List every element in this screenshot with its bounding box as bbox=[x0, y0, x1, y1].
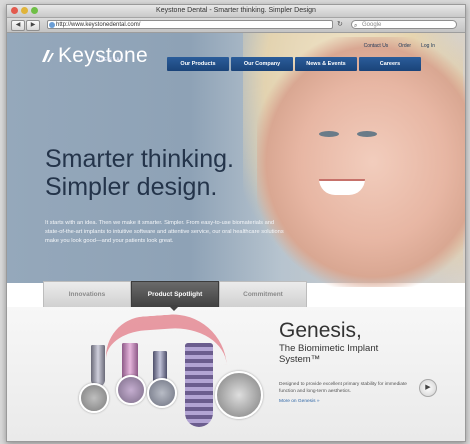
nav-our-products[interactable]: Our Products bbox=[167, 57, 229, 71]
search-placeholder: Google bbox=[362, 22, 382, 28]
feature-tabs: Innovations Product Spotlight Commitment bbox=[43, 281, 307, 309]
product-description: Designed to provide excellent primary st… bbox=[279, 382, 407, 394]
log-in-link[interactable]: Log In bbox=[421, 43, 435, 49]
window-title: Keystone Dental - Smarter thinking. Simp… bbox=[156, 7, 316, 14]
forward-button[interactable]: ▶ bbox=[26, 20, 40, 31]
headline-line-2: Simpler design. bbox=[45, 173, 218, 201]
back-button[interactable]: ◀ bbox=[11, 20, 25, 31]
surface-closeup-1 bbox=[79, 383, 109, 413]
surface-closeup-3 bbox=[147, 378, 177, 408]
page-content: Keystone DENTAL Contact Us Order Log In … bbox=[7, 33, 465, 441]
address-bar[interactable]: http://www.keystonedental.com/ bbox=[47, 20, 333, 29]
eye-left bbox=[319, 131, 339, 137]
logo-subtitle: DENTAL bbox=[99, 57, 125, 63]
search-icon: ⌕ bbox=[354, 23, 358, 29]
active-tab-notch bbox=[168, 305, 180, 311]
implant-image-1 bbox=[91, 345, 105, 387]
more-on-genesis-link[interactable]: More on Genesis » bbox=[279, 399, 320, 404]
surface-closeup-2 bbox=[116, 375, 146, 405]
keystone-logo-icon bbox=[42, 50, 54, 62]
next-arrow-button[interactable]: ▶ bbox=[419, 379, 437, 397]
hero-portrait bbox=[257, 37, 465, 287]
genesis-implant-image bbox=[185, 343, 213, 427]
order-link[interactable]: Order bbox=[398, 43, 411, 49]
browser-window: Keystone Dental - Smarter thinking. Simp… bbox=[6, 4, 466, 442]
title-bar: Keystone Dental - Smarter thinking. Simp… bbox=[7, 5, 465, 18]
surface-closeup-main bbox=[215, 371, 263, 419]
hero-headline: Smarter thinking. Simpler design. bbox=[45, 145, 234, 201]
browser-toolbar: ◀ ▶ http://www.keystonedental.com/ ↻ ⌕ G… bbox=[7, 18, 465, 33]
product-subtitle-line-1: The Biomimetic Implant bbox=[279, 343, 379, 354]
headline-line-1: Smarter thinking. bbox=[45, 145, 234, 173]
search-field[interactable]: ⌕ Google bbox=[351, 20, 457, 29]
nav-news-events[interactable]: News & Events bbox=[295, 57, 357, 71]
product-title: Genesis, bbox=[279, 319, 362, 342]
reload-icon[interactable]: ↻ bbox=[337, 20, 347, 29]
nav-buttons: ◀ ▶ bbox=[11, 20, 40, 31]
utility-links: Contact Us Order Log In bbox=[364, 43, 435, 49]
url-text: http://www.keystonedental.com/ bbox=[56, 22, 141, 28]
hero-blurb: It starts with an idea. Then we make it … bbox=[45, 220, 284, 244]
minimize-window-button[interactable] bbox=[21, 7, 28, 14]
product-subtitle-line-2: System™ bbox=[279, 354, 321, 365]
zoom-window-button[interactable] bbox=[31, 7, 38, 14]
main-navigation: Our Products Our Company News & Events C… bbox=[167, 57, 421, 71]
nav-careers[interactable]: Careers bbox=[359, 57, 421, 71]
tab-commitment[interactable]: Commitment bbox=[219, 281, 307, 309]
window-controls bbox=[11, 7, 38, 14]
site-logo[interactable]: Keystone bbox=[41, 45, 148, 67]
tab-innovations[interactable]: Innovations bbox=[43, 281, 131, 309]
contact-us-link[interactable]: Contact Us bbox=[364, 43, 389, 49]
close-window-button[interactable] bbox=[11, 7, 18, 14]
site-icon bbox=[49, 22, 55, 28]
nav-our-company[interactable]: Our Company bbox=[231, 57, 293, 71]
eye-right bbox=[357, 131, 377, 137]
logo-wordmark: Keystone bbox=[58, 44, 148, 67]
product-subtitle: The Biomimetic Implant System™ bbox=[279, 343, 378, 365]
